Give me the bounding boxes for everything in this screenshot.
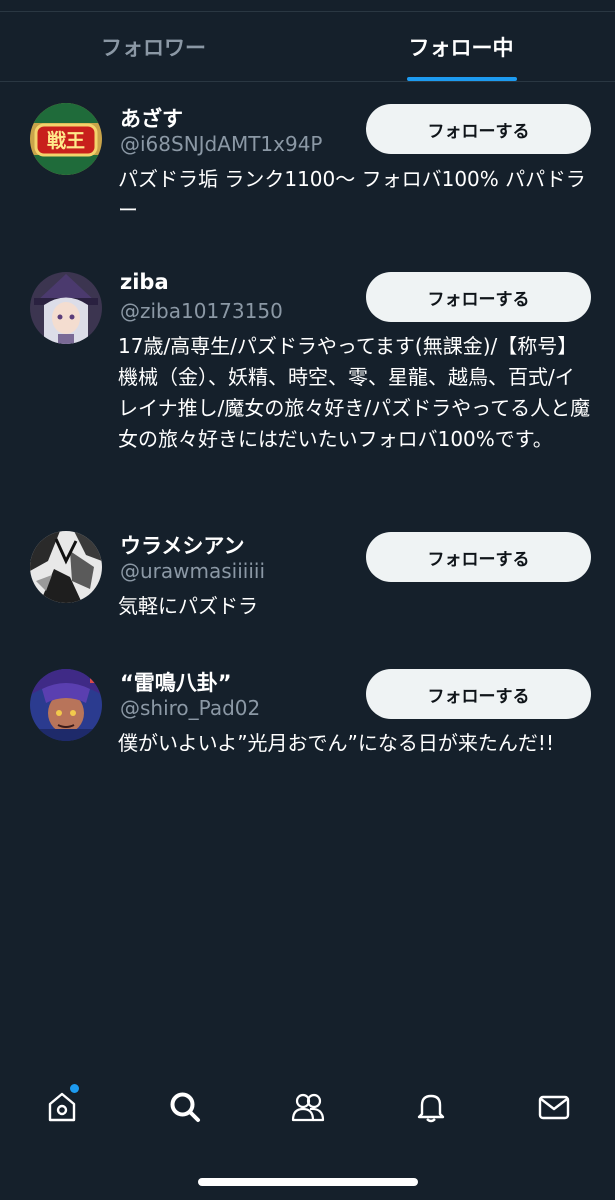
user-bio: 17歳/高専生/パズドラやってます(無課金)/【称号】機械（金）、妖精、時空、零…: [118, 334, 591, 451]
follow-button[interactable]: フォローする: [366, 272, 591, 322]
nav-search[interactable]: [163, 1087, 207, 1131]
search-icon: [168, 1090, 202, 1128]
follow-button[interactable]: フォローする: [366, 532, 591, 582]
user-list-item[interactable]: ウラメシアン @urawmasiiiiii フォローする 気軽にパズドラ: [0, 530, 615, 625]
user-list-item[interactable]: “雷鳴八卦” @shiro_Pad02 フォローする 僕がいよいよ”光月おでん”…: [0, 667, 615, 792]
nav-notifications[interactable]: [409, 1087, 453, 1131]
user-name: ziba: [120, 270, 169, 294]
user-name: “雷鳴八卦”: [120, 671, 232, 695]
user-list-item[interactable]: ziba @ziba10173150 フォローする 17歳/高専生/パズドラやっ…: [0, 270, 615, 490]
avatar[interactable]: 戦王: [30, 103, 102, 175]
communities-icon: [290, 1090, 326, 1128]
nav-home[interactable]: [40, 1084, 84, 1131]
user-handle: @i68SNJdAMT1x94P: [120, 132, 323, 156]
user-handle: @shiro_Pad02: [120, 696, 261, 720]
avatar[interactable]: [30, 272, 102, 344]
follow-button[interactable]: フォローする: [366, 104, 591, 154]
nav-communities[interactable]: [286, 1087, 330, 1131]
avatar[interactable]: [30, 669, 102, 741]
user-handle: @ziba10173150: [120, 299, 283, 323]
follow-tabs: フォロワー フォロー中: [0, 12, 615, 82]
tab-followers[interactable]: フォロワー: [0, 12, 307, 81]
tab-following[interactable]: フォロー中: [307, 12, 615, 81]
user-bio: 僕がいよいよ”光月おでん”になる日が来たんだ!!: [118, 731, 554, 755]
avatar-text: 戦王: [47, 129, 85, 152]
notifications-icon: [414, 1090, 448, 1128]
user-bio: 気軽にパズドラ: [118, 594, 258, 618]
user-name: ウラメシアン: [120, 534, 245, 558]
nav-messages[interactable]: [532, 1087, 576, 1131]
user-handle: @urawmasiiiiii: [120, 559, 266, 583]
bottom-nav: [0, 1075, 615, 1145]
user-list-item[interactable]: 戦王 あざす @i68SNJdAMT1x94P フォローする パズドラ垢 ランク…: [0, 103, 615, 228]
notification-dot: [70, 1084, 79, 1093]
active-tab-indicator: [407, 77, 517, 81]
messages-icon: [537, 1090, 571, 1128]
user-name: あざす: [120, 107, 183, 131]
follow-button[interactable]: フォローする: [366, 669, 591, 719]
home-indicator: [198, 1178, 418, 1186]
home-icon: [45, 1090, 79, 1128]
avatar[interactable]: [30, 531, 102, 603]
user-bio: パズドラ垢 ランク1100〜 フォロバ100% パパドラー: [118, 167, 586, 222]
